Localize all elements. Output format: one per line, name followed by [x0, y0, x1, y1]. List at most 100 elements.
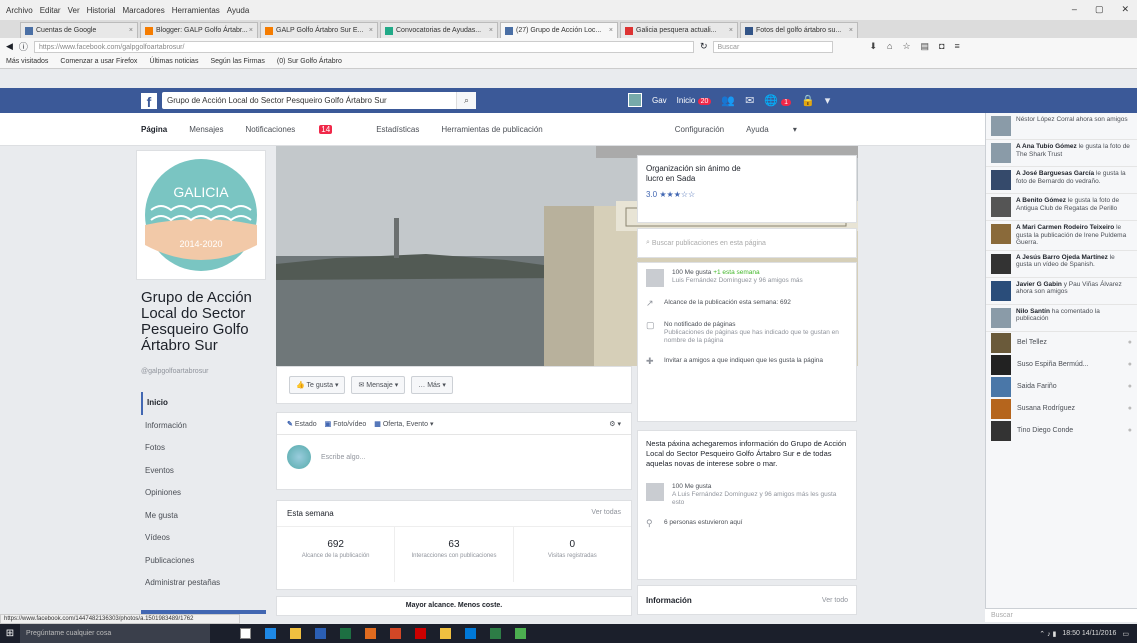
left-nav-item-info[interactable]: Información	[141, 415, 266, 438]
ticker-item[interactable]: Javier G Gabin y Pau Viñas Álvarez ahora…	[986, 278, 1137, 305]
left-nav-item-posts[interactable]: Publicaciones	[141, 550, 266, 573]
info-icon[interactable]: ⓘ	[19, 40, 28, 53]
left-nav-item-home[interactable]: Inicio	[141, 392, 266, 415]
menu-item[interactable]: Marcadores	[123, 6, 165, 15]
menu-icon[interactable]: ≡	[955, 41, 960, 52]
tab-messages[interactable]: Mensajes	[189, 125, 223, 134]
minimize-icon[interactable]: –	[1072, 4, 1077, 15]
chat-contact[interactable]: Tino Diego Conde ●	[986, 420, 1137, 442]
excel-icon[interactable]	[340, 628, 351, 639]
menu-item[interactable]: Ver	[68, 6, 80, 15]
boost-prompt[interactable]: Mayor alcance. Menos coste.	[276, 596, 632, 616]
maximize-icon[interactable]: ▢	[1095, 4, 1104, 15]
chat-contact[interactable]: Susana Rodríguez ●	[986, 398, 1137, 420]
bookmark-item[interactable]: Según las Firmas	[210, 58, 264, 65]
notifications-icon[interactable]: 🌐 1	[764, 94, 791, 107]
taskbar-search-input[interactable]: Pregúntame cualquier cosa	[20, 624, 210, 643]
facebook-logo-icon[interactable]: f	[141, 93, 157, 110]
close-icon[interactable]: ✕	[1121, 4, 1129, 15]
powerpoint-icon[interactable]	[390, 628, 401, 639]
friend-requests-icon[interactable]: 👥	[721, 94, 735, 107]
pages-notif-row[interactable]: ▢ No notificado de páginas Publicaciones d…	[638, 315, 856, 351]
messages-icon[interactable]: ✉	[745, 94, 754, 107]
tab-settings[interactable]: Configuración	[675, 125, 724, 134]
url-bar[interactable]: https://www.facebook.com/galpgolfoartabr…	[33, 40, 694, 53]
page-search-input[interactable]: ⌕ Buscar publicaciones en esta página	[637, 228, 857, 258]
facebook-search-input[interactable]: Grupo de Acción Local do Sector Pesqueir…	[162, 92, 476, 109]
folder-icon[interactable]	[440, 628, 451, 639]
stat-post-engagement[interactable]: 63 Interacciones con publicaciones	[395, 527, 514, 582]
reload-icon[interactable]: ↻	[700, 41, 708, 52]
tray-icons[interactable]: ⌃ ♪ ▮	[1039, 630, 1056, 638]
browser-search-input[interactable]: Buscar	[713, 40, 834, 53]
download-icon[interactable]: ⬇	[869, 41, 877, 52]
browser-tab[interactable]: Blogger: GALP Golfo Ártabr... ×	[140, 22, 258, 38]
composer-tab-photo[interactable]: ▣ Foto/vídeo	[325, 420, 367, 428]
more-button[interactable]: … Más ▾	[411, 376, 453, 394]
menu-item[interactable]: Herramientas	[172, 6, 220, 15]
left-nav-item-reviews[interactable]: Opiniones	[141, 482, 266, 505]
bookmark-item[interactable]: (0) Sur Golfo Ártabro	[277, 58, 342, 65]
page-username[interactable]: @galpgolfoartabrosur	[141, 368, 208, 375]
tab-statistics[interactable]: Estadísticas	[376, 125, 419, 134]
close-tab-icon[interactable]: ×	[369, 27, 373, 34]
file-explorer-icon[interactable]	[290, 628, 301, 639]
likes-summary-row[interactable]: 100 Me gusta +1 esta semana Luis Fernánde…	[638, 263, 856, 293]
close-tab-icon[interactable]: ×	[129, 27, 133, 34]
browser-tab[interactable]: Galicia pesquera actuali... ×	[620, 22, 738, 38]
menu-item[interactable]: Editar	[40, 6, 61, 15]
ticker-item[interactable]: A Ana Tubío Gómez le gusta la foto de Th…	[986, 140, 1137, 167]
close-tab-icon[interactable]: ×	[729, 27, 733, 34]
home-icon[interactable]: ⌂	[887, 41, 892, 52]
user-name-link[interactable]: Gav	[652, 96, 667, 105]
notification-center-icon[interactable]: ▭	[1122, 630, 1129, 638]
windows-start-icon[interactable]: ⊞	[0, 628, 20, 639]
page-rating[interactable]: 3.0 ★★★☆☆	[646, 190, 848, 199]
browser-tab[interactable]: Convocatorias de Ayudas... ×	[380, 22, 498, 38]
account-menu-icon[interactable]: ▾	[825, 94, 831, 107]
ticker-item[interactable]: A Mari Carmen Rodeiro Teixeiro le gusta …	[986, 221, 1137, 251]
search-icon[interactable]: ⌕	[456, 92, 476, 109]
library-icon[interactable]: ▤	[921, 41, 930, 52]
browser-tab[interactable]: GALP Golfo Ártabro Sur E... ×	[260, 22, 378, 38]
see-all-link[interactable]: Ver todo	[822, 597, 848, 604]
edge-icon[interactable]	[265, 628, 276, 639]
tab-page[interactable]: Página	[141, 125, 167, 134]
menu-item[interactable]: Ayuda	[227, 6, 250, 15]
ticker-item[interactable]: A Benito Gómez le gusta la foto de Antig…	[986, 194, 1137, 221]
ticker-item[interactable]: A José Barguesas García le gusta la foto…	[986, 167, 1137, 194]
bookmark-item[interactable]: Comenzar a usar Firefox	[60, 58, 137, 65]
composer-tab-offer[interactable]: ▦ Oferta, Evento ▾	[374, 420, 433, 428]
menu-item[interactable]: Historial	[87, 6, 116, 15]
invite-friends-row[interactable]: ✚ Invitar a amigos a que indiquen que les…	[638, 351, 856, 373]
see-all-link[interactable]: Ver todas	[591, 509, 621, 518]
acrobat-icon[interactable]	[415, 628, 426, 639]
home-link[interactable]: Inicio 20	[677, 96, 712, 105]
back-icon[interactable]: ◀	[6, 41, 13, 52]
browser-tab-active[interactable]: (27) Grupo de Acción Loc... ×	[500, 22, 618, 38]
tab-publishing-tools[interactable]: Herramientas de publicación	[441, 125, 542, 134]
composer-tab-status[interactable]: ✎ Estado	[287, 420, 317, 428]
task-view-icon[interactable]	[240, 628, 251, 639]
avatar[interactable]	[628, 93, 642, 107]
left-nav-item-videos[interactable]: Vídeos	[141, 527, 266, 550]
stat-post-reach[interactable]: 692 Alcance de la publicación	[277, 527, 396, 582]
left-nav-item-manage-tabs[interactable]: Administrar pestañas	[141, 572, 266, 595]
chat-contact[interactable]: Suso Espiña Bermúd... ●	[986, 354, 1137, 376]
reach-row[interactable]: ↗ Alcance de la publicación esta semana: …	[638, 293, 856, 315]
chat-contact[interactable]: Saida Fariño ●	[986, 376, 1137, 398]
ticker-item[interactable]: Nilo Santín ha comentado la publicación	[986, 305, 1137, 332]
composer-input[interactable]: Escribe algo...	[321, 454, 365, 461]
bookmark-item[interactable]: Más visitados	[6, 58, 48, 65]
clock[interactable]: 18:50 14/11/2016	[1062, 630, 1116, 638]
likes-row[interactable]: 100 Me gusta A Luis Fernández Domínguez y…	[638, 477, 856, 513]
close-tab-icon[interactable]: ×	[249, 27, 253, 34]
left-nav-item-photos[interactable]: Fotos	[141, 437, 266, 460]
pocket-icon[interactable]: ◘	[939, 41, 944, 52]
like-button[interactable]: 👍 Te gusta ▾	[289, 376, 346, 394]
left-nav-item-likes[interactable]: Me gusta	[141, 505, 266, 528]
menu-item[interactable]: Archivo	[6, 6, 33, 15]
chat-search-input[interactable]: Buscar	[985, 608, 1137, 622]
browser-tab[interactable]: Cuentas de Google ×	[20, 22, 138, 38]
tab-help[interactable]: Ayuda ▾	[746, 125, 797, 134]
